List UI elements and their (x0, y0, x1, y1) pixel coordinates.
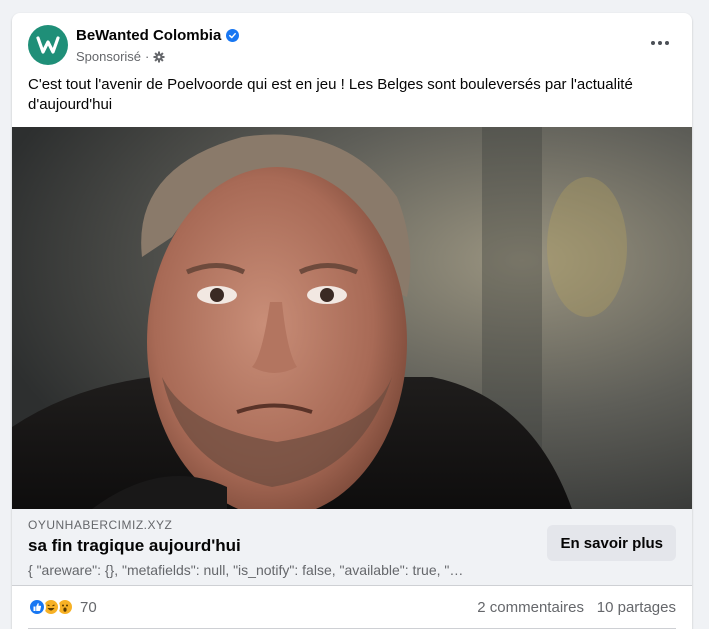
link-preview[interactable]: OYUNHABERCIMIZ.XYZ sa fin tragique aujou… (12, 509, 692, 586)
link-domain: OYUNHABERCIMIZ.XYZ (28, 518, 173, 532)
gear-icon[interactable] (153, 51, 165, 63)
more-options-icon[interactable] (642, 29, 678, 57)
page-name-link[interactable]: BeWanted Colombia (76, 27, 240, 44)
portrait-photo (12, 127, 692, 509)
reactions-summary[interactable]: 70 (28, 598, 97, 616)
reaction-count: 70 (80, 598, 97, 616)
post-stats: 70 2 commentaires 10 partages (12, 586, 692, 628)
separator-dot: · (145, 49, 150, 64)
post-text: C'est tout l'avenir de Poelvoorde qui es… (28, 76, 633, 113)
learn-more-button[interactable]: En savoir plus (547, 525, 676, 561)
shares-count[interactable]: 10 partages (597, 599, 676, 616)
verified-badge-icon (226, 29, 240, 42)
bewanted-logo-icon (36, 36, 60, 54)
sponsored-row: Sponsorisé · (76, 49, 165, 64)
page-avatar[interactable] (28, 25, 68, 65)
link-description: { "areware": {}, "metafields": null, "is… (28, 562, 464, 578)
sponsored-label[interactable]: Sponsorisé (76, 49, 141, 64)
link-title[interactable]: sa fin tragique aujourd'hui (28, 536, 241, 556)
comments-count[interactable]: 2 commentaires (477, 599, 584, 616)
sponsored-post-card: BeWanted Colombia Sponsorisé · C'est tou… (12, 13, 692, 629)
post-header: BeWanted Colombia Sponsorisé · (12, 13, 692, 73)
like-icon (28, 598, 46, 616)
post-image[interactable] (12, 127, 692, 509)
page-name: BeWanted Colombia (76, 27, 222, 44)
